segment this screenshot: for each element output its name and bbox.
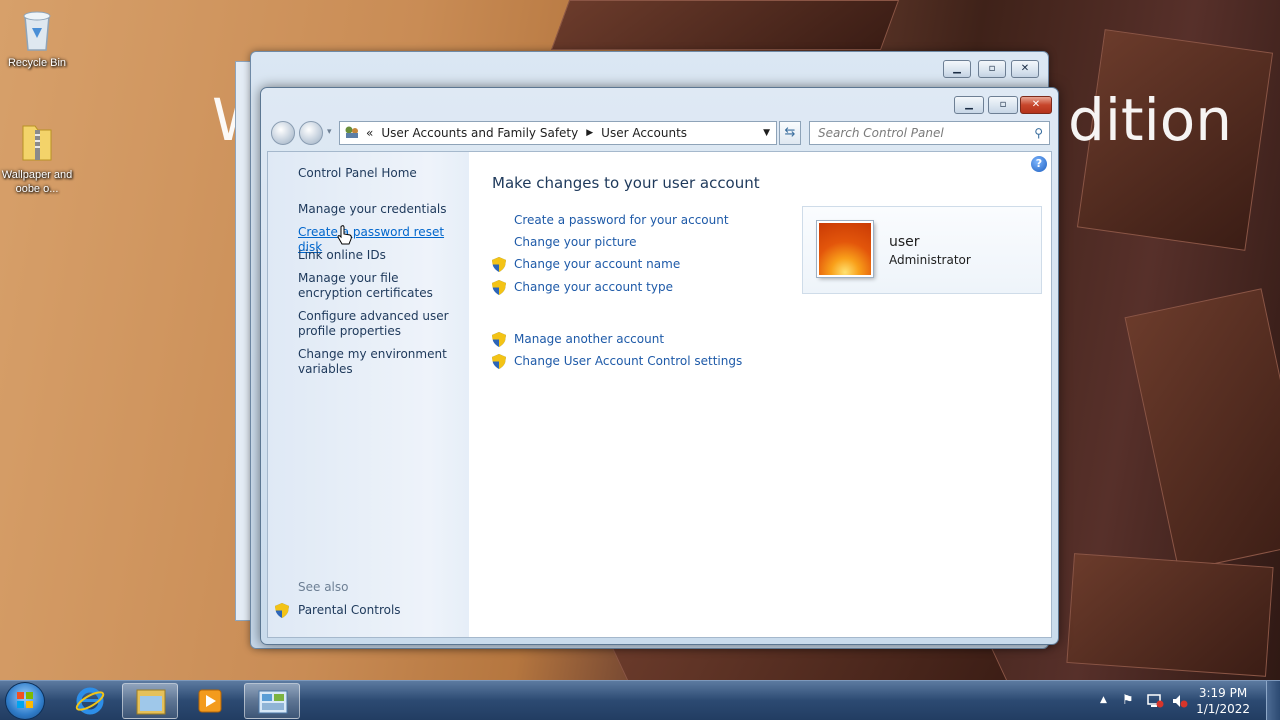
refresh-icon[interactable]: ⇆ (779, 121, 801, 145)
control-panel-small-icon (344, 125, 360, 142)
address-overflow-chevron[interactable]: « (366, 126, 373, 140)
internet-explorer-icon (75, 687, 105, 715)
watermark-text-right: dition (1068, 86, 1233, 154)
change-account-type-link[interactable]: Change your account type (514, 280, 673, 295)
environment-variables-link[interactable]: Change my environment variables (298, 347, 458, 377)
zip-folder-icon (17, 120, 57, 164)
media-player-icon (198, 689, 222, 713)
uac-shield-icon (275, 603, 289, 618)
network-icon[interactable] (1146, 693, 1164, 713)
manage-credentials-link[interactable]: Manage your credentials (298, 202, 458, 217)
action-center-flag-icon[interactable]: ⚑ (1122, 693, 1134, 708)
create-password-link[interactable]: Create a password for your account (514, 213, 729, 228)
left-task-pane: Control Panel Home Manage your credentia… (268, 152, 469, 637)
breadcrumb-user-accounts-family-safety[interactable]: User Accounts and Family Safety (381, 126, 578, 140)
taskbar-windows-explorer[interactable] (122, 683, 178, 719)
control-panel-home-link[interactable]: Control Panel Home (298, 166, 458, 181)
clock-date: 1/1/2022 (1196, 702, 1250, 716)
recycle-bin-icon (17, 8, 57, 52)
desktop-icon-label: Wallpaper and oobe o... (1, 169, 73, 195)
start-button[interactable] (5, 682, 45, 720)
user-role: Administrator (889, 253, 971, 267)
user-name: user (889, 234, 920, 250)
uac-shield-icon (492, 354, 506, 369)
file-encryption-certificates-link[interactable]: Manage your file encryption certificates (298, 271, 458, 301)
change-account-name-link[interactable]: Change your account name (514, 257, 680, 272)
see-also-label: See also (298, 580, 349, 594)
volume-muted-icon[interactable] (1171, 693, 1189, 713)
page-title: Make changes to your user account (492, 174, 760, 192)
wallpaper-chocolate (1066, 553, 1274, 677)
desktop-icon-recycle-bin[interactable]: Recycle Bin (0, 8, 74, 70)
search-icon: ⚲ (1034, 126, 1043, 140)
taskbar-control-panel[interactable] (244, 683, 300, 719)
desktop-icon-label: Recycle Bin (7, 57, 67, 69)
advanced-user-profile-link[interactable]: Configure advanced user profile properti… (298, 309, 458, 339)
close-button[interactable]: ✕ (1011, 60, 1039, 78)
hand-cursor-icon (337, 225, 353, 248)
address-bar[interactable]: « User Accounts and Family Safety ▶ User… (339, 121, 777, 145)
maximize-button[interactable]: ▫ (988, 96, 1018, 114)
back-icon[interactable] (271, 121, 295, 145)
uac-shield-icon (492, 332, 506, 347)
wallpaper-chocolate (1124, 288, 1280, 572)
search-placeholder: Search Control Panel (818, 126, 944, 140)
recent-pages-chevron-icon[interactable]: ▾ (327, 127, 332, 137)
uac-settings-link[interactable]: Change User Account Control settings (514, 354, 742, 369)
minimize-button[interactable]: ▁ (954, 96, 984, 114)
taskbar: ▲ ⚑ 3:19 PM 1/1/2022 (0, 680, 1280, 720)
close-button[interactable]: ✕ (1020, 96, 1052, 114)
breadcrumb-user-accounts[interactable]: User Accounts (601, 126, 687, 140)
control-panel-window[interactable]: ▁ ▫ ✕ ▾ « User Accounts and Family Safet… (260, 87, 1059, 645)
clock-time: 3:19 PM (1198, 686, 1248, 700)
help-icon[interactable]: ? (1031, 156, 1047, 172)
address-dropdown-icon[interactable]: ▼ (763, 128, 770, 138)
windows-explorer-icon (136, 689, 166, 715)
system-clock[interactable]: 3:19 PM 1/1/2022 (1196, 685, 1250, 717)
navigation-bar: ▾ « User Accounts and Family Safety ▶ Us… (269, 119, 1050, 147)
taskbar-media-player[interactable] (182, 683, 238, 719)
control-panel-icon (258, 690, 288, 714)
maximize-button[interactable]: ▫ (978, 60, 1006, 78)
search-input[interactable]: Search Control Panel ⚲ (809, 121, 1050, 145)
content-area: Control Panel Home Manage your credentia… (267, 151, 1052, 638)
link-online-ids-link[interactable]: Link online IDs (298, 248, 458, 263)
minimize-button[interactable]: ▁ (943, 60, 971, 78)
show-desktop-button[interactable] (1266, 681, 1280, 720)
manage-another-account-link[interactable]: Manage another account (514, 332, 664, 347)
user-account-card: user Administrator (802, 206, 1042, 294)
uac-shield-icon (492, 280, 506, 295)
taskbar-internet-explorer[interactable] (62, 683, 118, 719)
breadcrumb-separator-icon: ▶ (586, 128, 594, 138)
forward-icon[interactable] (299, 121, 323, 145)
wallpaper-chocolate (550, 0, 900, 50)
windows-logo-icon (17, 692, 33, 708)
desktop-icon-wallpaper-zip[interactable]: Wallpaper and oobe o... (0, 120, 74, 196)
user-avatar[interactable] (817, 221, 873, 277)
uac-shield-icon (492, 257, 506, 272)
show-hidden-icons-arrow[interactable]: ▲ (1100, 695, 1107, 705)
change-picture-link[interactable]: Change your picture (514, 235, 636, 250)
parental-controls-link[interactable]: Parental Controls (298, 603, 458, 618)
